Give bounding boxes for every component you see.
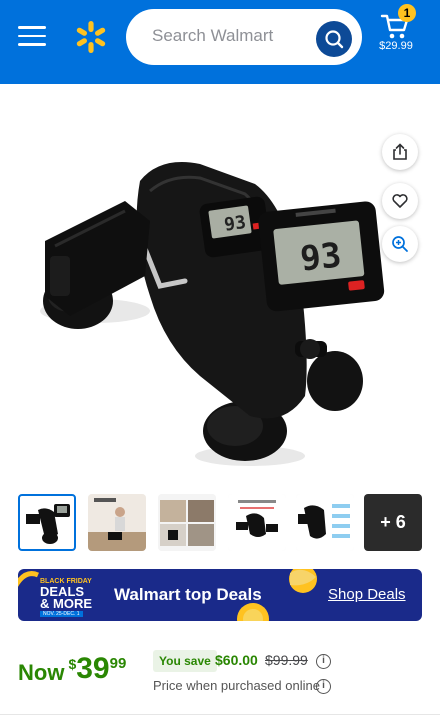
body-display-readout: 93 <box>223 212 247 236</box>
thumbnail-more[interactable]: + 6 <box>364 494 422 551</box>
thumbnail-1[interactable] <box>18 494 76 551</box>
thumbnail-5[interactable] <box>296 494 354 551</box>
price-currency: $ <box>68 656 77 672</box>
banner-title: Walmart top Deals <box>114 585 262 604</box>
now-label: Now <box>18 660 65 685</box>
favorite-button[interactable] <box>382 183 418 219</box>
zoom-in-icon <box>392 236 408 252</box>
thumbnail-3[interactable] <box>158 494 216 551</box>
search-input[interactable] <box>152 26 312 46</box>
search-bar <box>126 9 362 65</box>
cart-total: $29.99 <box>379 40 413 52</box>
divider <box>0 714 440 715</box>
was-price-info-icon[interactable]: i <box>316 654 331 669</box>
walmart-spark-icon[interactable] <box>74 20 108 54</box>
badge-dates: NOV. 25-DEC. 1 <box>40 611 83 617</box>
save-amount: $60.00 <box>215 652 258 668</box>
you-save-badge: You save <box>153 650 217 672</box>
top-header: 1 $29.99 <box>0 0 440 84</box>
zoom-button[interactable] <box>382 226 418 262</box>
badge-line-3: & MORE <box>40 596 92 611</box>
thumbnail-strip: + 6 <box>18 494 422 552</box>
price-whole: 39 <box>76 652 110 685</box>
price-note-info-icon[interactable]: i <box>316 679 331 694</box>
hamburger-menu-icon[interactable] <box>18 26 46 48</box>
mini-exercise-bike-illustration: 93 93 <box>40 162 385 466</box>
black-friday-badge: BLACK FRIDAY DEALS & MORE NOV. 25-DEC. 1 <box>32 574 100 617</box>
thumbnail-2[interactable] <box>88 494 146 551</box>
shop-deals-link[interactable]: Shop Deals <box>328 586 406 603</box>
heart-icon <box>392 194 408 208</box>
price-cents: 99 <box>109 655 127 672</box>
was-price: $99.99 <box>265 652 308 668</box>
product-main-image[interactable]: 93 93 <box>0 96 440 478</box>
more-images-label: + 6 <box>380 512 406 532</box>
current-price: Now $ 39 99 <box>18 652 126 686</box>
search-icon <box>325 30 344 49</box>
cart-count-badge: 1 <box>398 4 416 22</box>
search-button[interactable] <box>316 21 352 57</box>
price-note: Price when purchased online <box>153 678 320 693</box>
share-icon <box>393 143 407 160</box>
thumbnail-4[interactable] <box>228 494 286 551</box>
share-button[interactable] <box>382 134 418 170</box>
inset-display-readout: 93 <box>298 235 343 279</box>
deals-banner[interactable]: BLACK FRIDAY DEALS & MORE NOV. 25-DEC. 1… <box>18 569 422 621</box>
